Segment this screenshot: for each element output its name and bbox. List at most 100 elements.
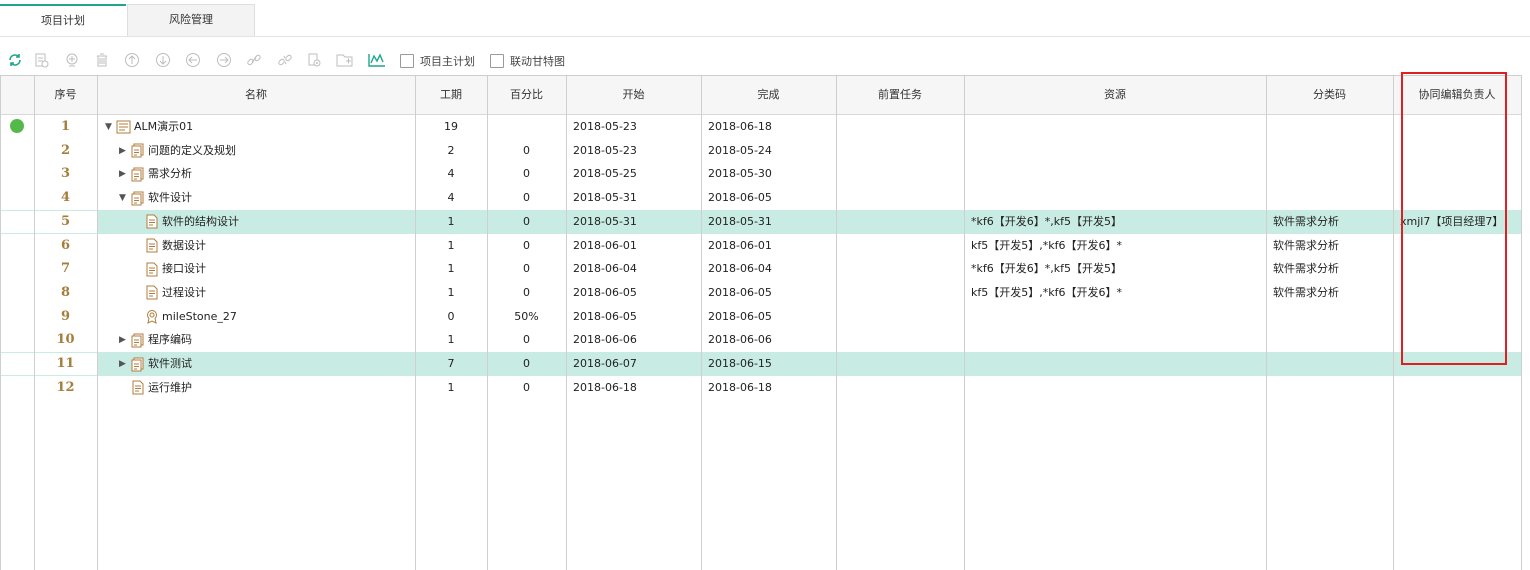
master-plan-checkbox[interactable]: 项目主计划 (400, 53, 475, 69)
link-icon[interactable] (244, 50, 264, 70)
row-resource (971, 186, 1266, 210)
row-start: 2018-05-31 (573, 214, 637, 228)
tab-project-plan[interactable]: 项目计划 (0, 4, 126, 36)
row-percent: 0 (523, 285, 530, 299)
row-resource: kf5【开发5】,*kf6【开发6】* (971, 238, 1122, 252)
row-name-cell[interactable]: ▶ 问题的定义及规划 (118, 139, 415, 163)
collapse-arrow-icon[interactable]: ▼ (104, 115, 113, 139)
move-up-icon[interactable] (122, 50, 142, 70)
row-start: 2018-05-23 (573, 120, 637, 133)
summary-task-icon (130, 167, 145, 182)
delete-icon[interactable] (92, 50, 112, 70)
row-percent: 0 (523, 191, 530, 205)
folder-icon[interactable] (335, 50, 355, 70)
col-category[interactable]: 分类码 (1266, 76, 1393, 114)
row-finish: 2018-05-30 (708, 167, 772, 181)
row-start: 2018-05-23 (573, 143, 637, 157)
table-row[interactable]: 9 mileStone_27 0 50% 2018-06-05 2018-06-05 (1, 305, 1521, 329)
row-percent: 0 (523, 333, 530, 347)
refresh-icon[interactable] (5, 50, 25, 70)
settings-icon[interactable] (304, 50, 324, 70)
move-down-icon[interactable] (153, 50, 173, 70)
table-row[interactable]: 1 ▼ ALM演示01 19 2018-05-23 2018-06-18 (1, 115, 1521, 139)
tab-risk-management[interactable]: 风险管理 (127, 4, 255, 36)
row-category: 软件需求分析 (1273, 262, 1339, 276)
row-duration: 4 (447, 167, 455, 181)
row-category (1273, 186, 1393, 210)
gantt-icon[interactable] (367, 50, 387, 70)
unlink-icon[interactable] (275, 50, 295, 70)
row-seq: 1 (60, 119, 71, 134)
row-duration: 1 (447, 285, 455, 299)
row-name-cell[interactable]: 数据设计 (132, 234, 415, 258)
table-row[interactable]: 2 ▶ 问题的定义及规划 2 0 2018-05-23 2018-05-24 (1, 139, 1521, 163)
col-finish[interactable]: 完成 (701, 76, 836, 114)
table-row[interactable]: 12 运行维护 1 0 2018-06-18 2018-06-18 (1, 376, 1521, 400)
row-name-cell[interactable]: ▶ 需求分析 (118, 162, 415, 186)
row-category (1273, 139, 1393, 163)
row-name-cell[interactable]: mileStone_27 (132, 305, 415, 329)
col-seq[interactable]: 序号 (34, 76, 97, 114)
row-name-cell[interactable]: ▼ 软件设计 (118, 186, 415, 210)
col-name[interactable]: 名称 (97, 76, 415, 114)
grid-header: 序号 名称 工期 百分比 开始 完成 前置任务 资源 分类码 协同编辑负责人 (1, 76, 1521, 115)
row-category (1273, 162, 1393, 186)
table-row[interactable]: 6 数据设计 1 0 2018-06-01 2018-06-01 kf5【开发5】,*kf6… (1, 234, 1521, 258)
row-seq: 6 (60, 237, 71, 253)
col-resource[interactable]: 资源 (964, 76, 1266, 114)
table-row[interactable]: 10 ▶ 程序编码 1 0 2018-06-06 2018-06-06 (1, 328, 1521, 352)
col-divider (836, 76, 837, 570)
row-resource (971, 376, 1266, 400)
row-name-cell[interactable]: 过程设计 (132, 281, 415, 305)
add-subtask-icon[interactable] (62, 50, 82, 70)
table-row[interactable]: 11 ▶ 软件测试 7 0 2018-06-07 2018-06-15 (1, 352, 1521, 376)
row-name-cell[interactable]: ▶ 软件测试 (118, 352, 415, 376)
row-percent: 0 (523, 262, 530, 276)
col-duration[interactable]: 工期 (415, 76, 487, 114)
expand-arrow-icon[interactable]: ▶ (118, 352, 127, 376)
row-finish: 2018-06-05 (708, 309, 772, 323)
indent-icon[interactable] (214, 50, 234, 70)
outdent-icon[interactable] (183, 50, 203, 70)
row-name: ALM演示01 (134, 120, 194, 133)
row-seq: 4 (60, 190, 71, 206)
col-predecessor[interactable]: 前置任务 (836, 76, 964, 114)
checkbox-box[interactable] (490, 54, 504, 68)
master-plan-label: 项目主计划 (420, 55, 475, 68)
table-row[interactable]: 7 接口设计 1 0 2018-06-04 2018-06-04 *kf6【开发6】*,kf… (1, 257, 1521, 281)
row-name-cell[interactable]: 接口设计 (132, 257, 415, 281)
table-row[interactable]: 5 软件的结构设计 1 0 2018-05-31 2018-05-31 *kf6【开发6】*… (1, 209, 1521, 234)
row-name-cell[interactable]: 运行维护 (118, 376, 415, 400)
collapse-arrow-icon[interactable]: ▼ (118, 186, 127, 210)
row-name-cell[interactable]: ▼ ALM演示01 (104, 115, 415, 139)
row-name-cell[interactable]: ▶ 程序编码 (118, 328, 415, 352)
expand-arrow-icon[interactable]: ▶ (118, 162, 127, 186)
add-task-icon[interactable] (31, 50, 51, 70)
row-name: 需求分析 (148, 167, 192, 181)
row-name-cell[interactable]: 软件的结构设计 (132, 210, 415, 234)
row-seq: 2 (60, 142, 71, 158)
row-name: 程序编码 (148, 333, 192, 347)
row-predecessor (843, 281, 964, 305)
row-percent: 0 (523, 167, 530, 181)
row-finish: 2018-05-24 (708, 143, 772, 157)
row-duration: 1 (447, 214, 455, 228)
row-seq: 3 (60, 166, 71, 182)
row-percent: 50% (514, 309, 539, 323)
row-percent: 0 (523, 357, 530, 370)
expand-arrow-icon[interactable]: ▶ (118, 328, 127, 352)
checkbox-box[interactable] (400, 54, 414, 68)
linked-gantt-checkbox[interactable]: 联动甘特图 (490, 53, 565, 69)
table-row[interactable]: 3 ▶ 需求分析 4 0 2018-05-25 2018-05-30 (1, 162, 1521, 186)
expand-arrow-icon[interactable]: ▶ (118, 139, 127, 163)
status-indicator-icon (10, 119, 24, 133)
table-row[interactable]: 4 ▼ 软件设计 4 0 2018-05-31 2018-06-05 (1, 186, 1521, 210)
row-predecessor (843, 234, 964, 258)
task-icon (144, 285, 159, 300)
row-predecessor (843, 139, 964, 163)
table-row[interactable]: 8 过程设计 1 0 2018-06-05 2018-06-05 kf5【开发5】,*kf6… (1, 281, 1521, 305)
col-divider (97, 76, 98, 570)
col-start[interactable]: 开始 (566, 76, 701, 114)
row-resource: kf5【开发5】,*kf6【开发6】* (971, 285, 1122, 299)
col-percent[interactable]: 百分比 (487, 76, 566, 114)
